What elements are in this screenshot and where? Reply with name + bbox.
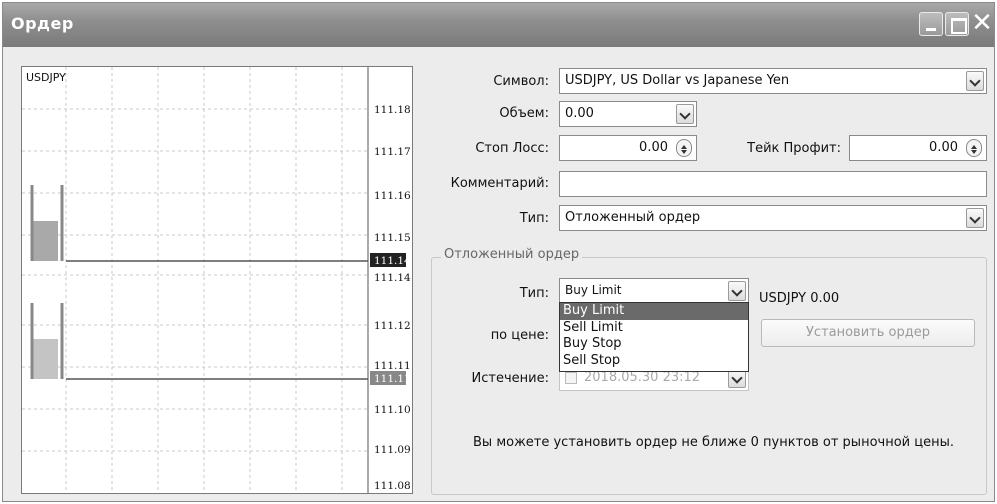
comment-input[interactable] [559, 171, 987, 197]
volume-value: 0.00 [565, 106, 594, 121]
chevron-down-icon[interactable] [676, 104, 694, 124]
price-label-9: 111.08 [374, 480, 411, 492]
price-label-3: 111.15 [374, 232, 411, 244]
takeprofit-value: 0.00 [929, 140, 958, 155]
stoploss-input[interactable]: 0.00 [559, 135, 697, 161]
window-client: 111.18 111.17 111.16 111.15 111.14 111.1… [3, 47, 994, 501]
stoploss-spinner-icon[interactable] [676, 139, 692, 157]
type-select[interactable]: Отложенный ордер [559, 205, 987, 231]
volume-select[interactable]: 0.00 [559, 101, 697, 127]
minimize-icon[interactable] [919, 12, 943, 36]
tick-chart: 111.18 111.17 111.16 111.15 111.14 111.1… [21, 66, 413, 494]
pending-type-dropdown-list: Buy Limit Sell Limit Buy Stop Sell Stop [559, 302, 749, 372]
distance-note: Вы можете установить ордер не ближе 0 пу… [473, 435, 954, 450]
price-label-highlight-upper: 111.14 [374, 255, 411, 267]
symbol-value: USDJPY, US Dollar vs Japanese Yen [565, 73, 790, 88]
symbol-price-info: USDJPY 0.00 [759, 291, 840, 306]
type-value: Отложенный ордер [565, 210, 701, 225]
close-icon[interactable]: ✕ [971, 10, 993, 36]
expiry-value: 2018.05.30 23:12 [584, 370, 701, 385]
pending-type-label: Тип: [519, 286, 549, 301]
chevron-down-icon[interactable] [728, 281, 746, 301]
price-label-7: 111.10 [374, 404, 411, 416]
option-buy-stop[interactable]: Buy Stop [560, 336, 748, 353]
price-label-highlight-lower: 111.11 [374, 373, 411, 385]
order-window: Ордер ✕ 111.18 111.17 111.16 111.15 111.… [2, 2, 995, 502]
window-title: Ордер [11, 14, 74, 33]
expiry-checkbox[interactable] [565, 372, 577, 384]
expiry-label: Истечение: [471, 371, 549, 386]
maximize-icon[interactable] [945, 12, 969, 36]
option-sell-stop[interactable]: Sell Stop [560, 353, 748, 370]
pending-type-select[interactable]: Buy Limit [559, 278, 749, 304]
takeprofit-label: Тейк Профит: [747, 141, 841, 156]
pending-order-title: Отложенный ордер [441, 247, 583, 262]
volume-label: Объем: [499, 106, 549, 121]
option-buy-limit[interactable]: Buy Limit [560, 303, 748, 320]
symbol-label: Символ: [493, 74, 549, 89]
chevron-down-icon[interactable] [966, 71, 984, 91]
place-order-button[interactable]: Установить ордер [761, 319, 975, 347]
lower-price-bars [30, 303, 368, 380]
chevron-down-icon[interactable] [966, 208, 984, 228]
chart-symbol: USDJPY [26, 71, 66, 84]
price-label-8: 111.09 [374, 444, 411, 456]
pending-type-value: Buy Limit [565, 283, 622, 297]
price-label-4: 111.14 [374, 272, 411, 284]
stoploss-label: Стоп Лосс: [475, 141, 549, 156]
upper-price-bars [30, 185, 368, 262]
price-label: по цене: [490, 328, 549, 343]
type-label: Тип: [519, 211, 549, 226]
takeprofit-input[interactable]: 0.00 [849, 135, 987, 161]
option-sell-limit[interactable]: Sell Limit [560, 320, 748, 337]
stoploss-value: 0.00 [639, 140, 668, 155]
takeprofit-spinner-icon[interactable] [966, 139, 982, 157]
price-label-1: 111.17 [374, 146, 411, 158]
chart-canvas: 111.18 111.17 111.16 111.15 111.14 111.1… [22, 67, 411, 493]
price-label-0: 111.18 [374, 104, 411, 116]
comment-label: Комментарий: [450, 176, 549, 191]
price-label-5: 111.12 [374, 320, 411, 332]
price-label-6: 111.11 [374, 360, 411, 372]
price-label-2: 111.16 [374, 190, 411, 202]
symbol-select[interactable]: USDJPY, US Dollar vs Japanese Yen [559, 68, 987, 94]
title-bar[interactable]: Ордер ✕ [3, 3, 994, 47]
